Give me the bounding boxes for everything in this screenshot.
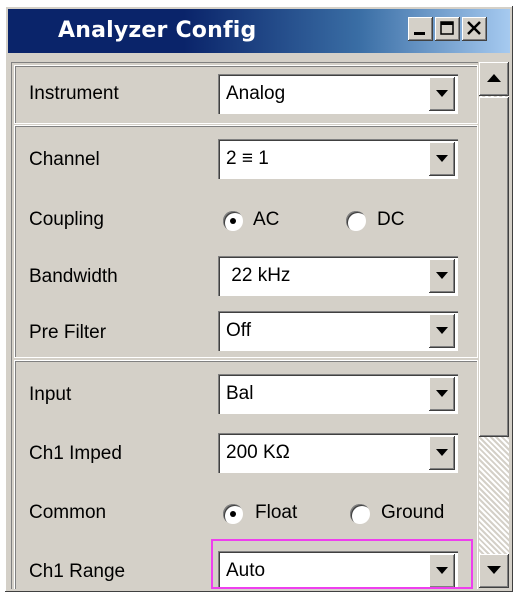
- input-label: Input: [29, 384, 72, 405]
- common-label: Common: [29, 502, 107, 523]
- pre-filter-select[interactable]: Off: [218, 311, 458, 351]
- bandwidth-select[interactable]: 22 kHz: [218, 256, 458, 296]
- scroll-down-button[interactable]: [479, 554, 509, 588]
- instrument-select[interactable]: Analog: [218, 74, 458, 114]
- bandwidth-value: 22 kHz: [226, 265, 291, 286]
- window-title: Analyzer Config: [58, 18, 257, 43]
- instrument-label: Instrument: [29, 83, 119, 104]
- bandwidth-label: Bandwidth: [29, 266, 118, 287]
- pre-filter-label: Pre Filter: [29, 322, 107, 343]
- config-panel: Instrument Analog Channel 2 ≡ 1 Coupling…: [11, 62, 478, 589]
- pre-filter-dropdown-button[interactable]: [429, 314, 455, 348]
- vertical-scrollbar[interactable]: [479, 62, 509, 588]
- common-ground-label[interactable]: Ground: [381, 502, 444, 524]
- ch1-imped-dropdown-button[interactable]: [429, 436, 455, 470]
- chevron-down-icon: [436, 327, 448, 334]
- ch1-imped-value: 200 KΩ: [226, 442, 290, 463]
- instrument-dropdown-button[interactable]: [429, 77, 455, 111]
- ch1-imped-label: Ch1 Imped: [29, 443, 122, 464]
- chevron-down-icon: [436, 449, 448, 456]
- channel-value: 2 ≡ 1: [226, 148, 269, 169]
- input-value: Bal: [226, 383, 254, 404]
- pre-filter-value: Off: [226, 320, 251, 341]
- channel-dropdown-button[interactable]: [429, 142, 455, 176]
- minimize-button[interactable]: [408, 17, 433, 41]
- coupling-dc-radio[interactable]: [346, 211, 366, 231]
- chevron-down-icon: [436, 390, 448, 397]
- common-float-radio[interactable]: [223, 504, 243, 524]
- scroll-thumb[interactable]: [479, 97, 509, 437]
- scroll-up-button[interactable]: [479, 62, 509, 96]
- coupling-ac-label[interactable]: AC: [253, 209, 279, 231]
- coupling-dc-label[interactable]: DC: [377, 209, 404, 231]
- radio-selected-dot: [230, 218, 236, 224]
- maximize-icon: [440, 21, 454, 35]
- chevron-down-icon: [436, 272, 448, 279]
- bandwidth-dropdown-button[interactable]: [429, 259, 455, 293]
- input-dropdown-button[interactable]: [429, 377, 455, 411]
- radio-selected-dot: [230, 511, 236, 517]
- channel-select[interactable]: 2 ≡ 1: [218, 139, 458, 179]
- channel-label: Channel: [29, 149, 100, 170]
- common-ground-radio[interactable]: [350, 504, 370, 524]
- title-bar[interactable]: Analyzer Config: [8, 9, 510, 53]
- close-icon: [467, 21, 481, 35]
- analyzer-config-window: Analyzer Config Instrument Analog Channe…: [4, 5, 514, 593]
- ch1-imped-select[interactable]: 200 KΩ: [218, 433, 458, 473]
- arrow-up-icon: [487, 74, 501, 82]
- chevron-down-icon: [436, 155, 448, 162]
- common-float-label[interactable]: Float: [255, 502, 297, 524]
- coupling-label: Coupling: [29, 209, 104, 230]
- arrow-down-icon: [487, 566, 501, 574]
- channel-group: Channel 2 ≡ 1 Coupling AC DC Bandwidth 2…: [14, 125, 478, 358]
- maximize-button[interactable]: [435, 17, 460, 41]
- minimize-icon: [414, 32, 425, 35]
- chevron-down-icon: [436, 90, 448, 97]
- common-highlight-frame: [211, 539, 473, 589]
- input-select[interactable]: Bal: [218, 374, 458, 414]
- instrument-group: Instrument Analog: [14, 65, 478, 124]
- coupling-ac-radio[interactable]: [223, 211, 243, 231]
- instrument-value: Analog: [226, 83, 286, 104]
- ch1-range-label: Ch1 Range: [29, 561, 126, 582]
- close-button[interactable]: [462, 17, 487, 41]
